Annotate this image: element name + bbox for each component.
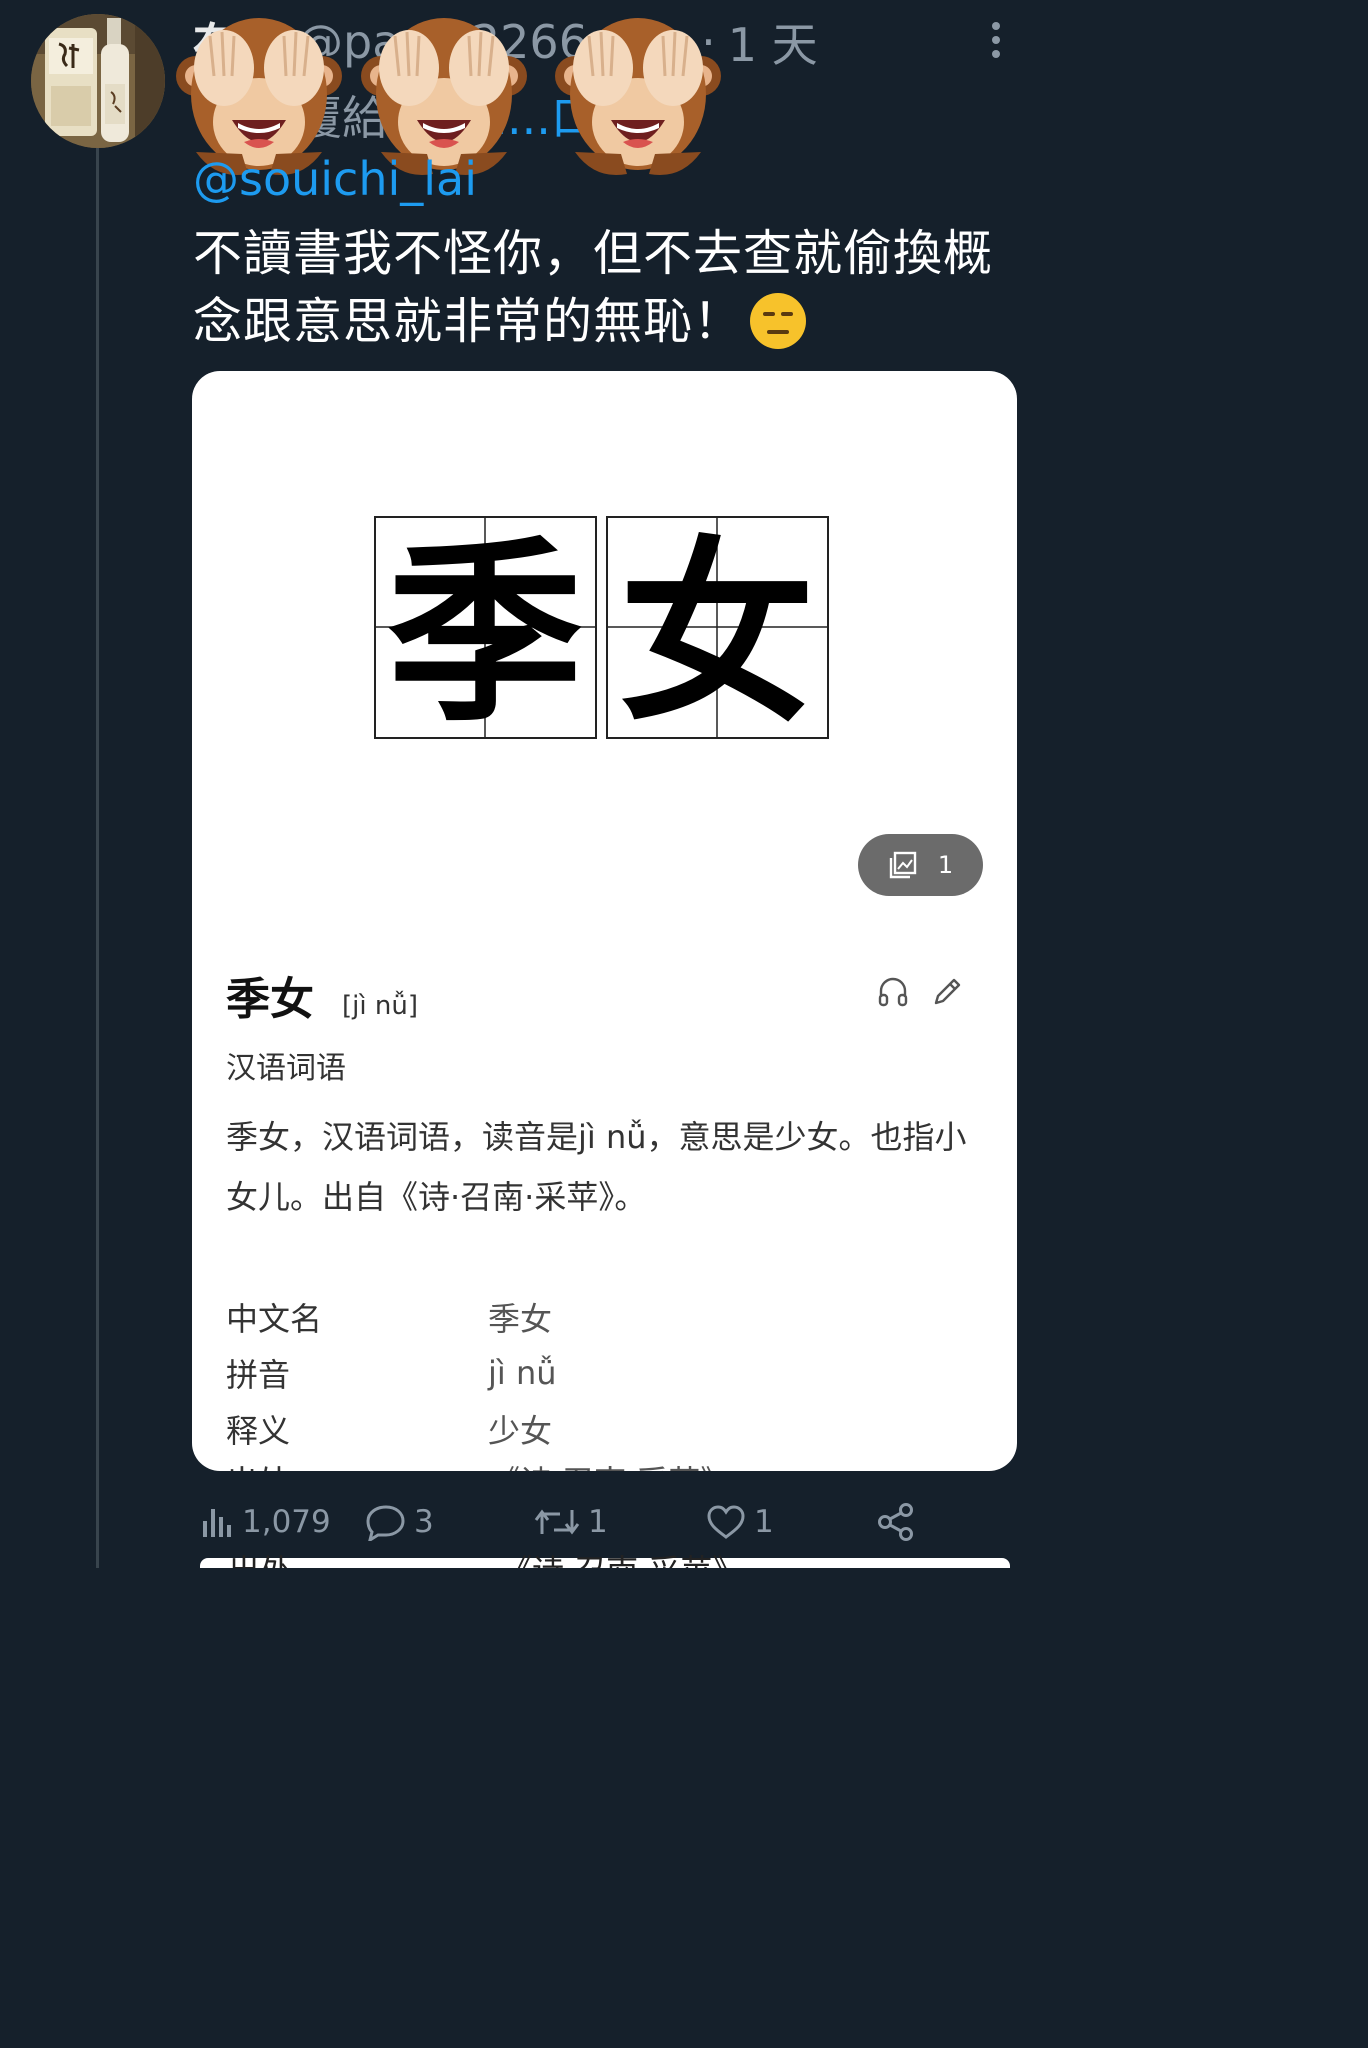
info-label: 释义 <box>226 1412 291 1450</box>
views-count: 1,079 <box>242 1504 331 1540</box>
reply-button[interactable]: 3 <box>366 1496 434 1548</box>
info-label: 中文名 <box>226 1300 323 1338</box>
entry-title: 季女 [jì nǚ] <box>226 963 418 1027</box>
entry-category: 汉语词语 <box>226 1051 346 1086</box>
pencil-icon[interactable] <box>930 975 964 1009</box>
info-value: 《诗·召南·采苹》 <box>488 1457 732 1471</box>
info-row: 中文名 季女 <box>226 1289 966 1345</box>
entry-description: 季女，汉语词语，读音是jì nǚ，意思是少女。也指小女儿。出自《诗·召南·采苹》… <box>226 1118 967 1216</box>
info-label: 出处 <box>226 1457 488 1471</box>
info-value: jì nǚ <box>488 1354 557 1392</box>
reply-count: 3 <box>414 1504 434 1540</box>
info-value: 少女 <box>488 1412 553 1450</box>
headline-char-2: 女 <box>619 521 815 740</box>
tweet-actions: 1,079 3 1 1 <box>0 1496 1047 1548</box>
like-count: 1 <box>754 1504 774 1540</box>
info-row: 释义 少女 <box>226 1401 966 1457</box>
reply-icon <box>366 1505 405 1541</box>
thread-line <box>96 148 99 1568</box>
audio-icon[interactable] <box>876 975 910 1009</box>
tweet-body: 不讀書我不怪你，但不去查就偷換概念跟意思就非常的無恥！ <box>193 225 994 350</box>
analytics-icon <box>203 1509 231 1537</box>
mention-link[interactable]: @souichi_lai <box>193 152 477 206</box>
gallery-icon <box>889 851 917 879</box>
retweet-icon <box>534 1509 580 1535</box>
headline-characters-grid: 季 女 <box>374 516 829 740</box>
heart-icon <box>707 1505 745 1539</box>
views-button[interactable]: 1,079 <box>200 1496 331 1548</box>
attached-image-card[interactable]: 季 女 1 季女 [jì nǚ] 汉语词语 季女，汉语词语，读音是jì nǚ，意… <box>192 371 1017 1471</box>
info-row: 出处 《诗·召南·采苹》 <box>226 1457 966 1471</box>
entry-term: 季女 <box>226 974 314 1025</box>
next-card-edge: 出处 《诗·召南·采苹》 <box>200 1554 1010 1568</box>
like-button[interactable]: 1 <box>706 1496 774 1548</box>
info-value: 季女 <box>488 1300 553 1338</box>
headline-char-1: 季 <box>387 521 583 740</box>
tweet-text: 不讀書我不怪你，但不去查就偷換概念跟意思就非常的無恥！ <box>193 220 1033 356</box>
avatar[interactable] <box>31 14 165 148</box>
see-no-evil-monkey-icon <box>555 18 721 176</box>
next-card-value: 《诗·召南·采苹》 <box>500 1554 744 1568</box>
gallery-button[interactable]: 1 <box>858 834 983 896</box>
info-table: 中文名 季女 拼音 jì nǚ 释义 少女 出处 《诗·召南·采苹》 <box>226 1289 966 1471</box>
share-icon <box>878 1503 913 1541</box>
more-options-icon[interactable] <box>980 18 1012 62</box>
gallery-count: 1 <box>937 851 954 879</box>
info-label: 拼音 <box>226 1356 291 1394</box>
entry-pinyin: [jì nǚ] <box>342 991 418 1021</box>
retweet-button[interactable]: 1 <box>534 1496 608 1548</box>
expressionless-face-icon <box>750 293 807 349</box>
next-card-label: 出处 <box>228 1554 292 1568</box>
retweet-count: 1 <box>588 1504 608 1540</box>
info-row: 拼音 jì nǚ <box>226 1345 966 1401</box>
timestamp[interactable]: 1 天 <box>728 9 818 75</box>
share-button[interactable] <box>876 1496 916 1548</box>
avatar-image <box>31 14 165 148</box>
